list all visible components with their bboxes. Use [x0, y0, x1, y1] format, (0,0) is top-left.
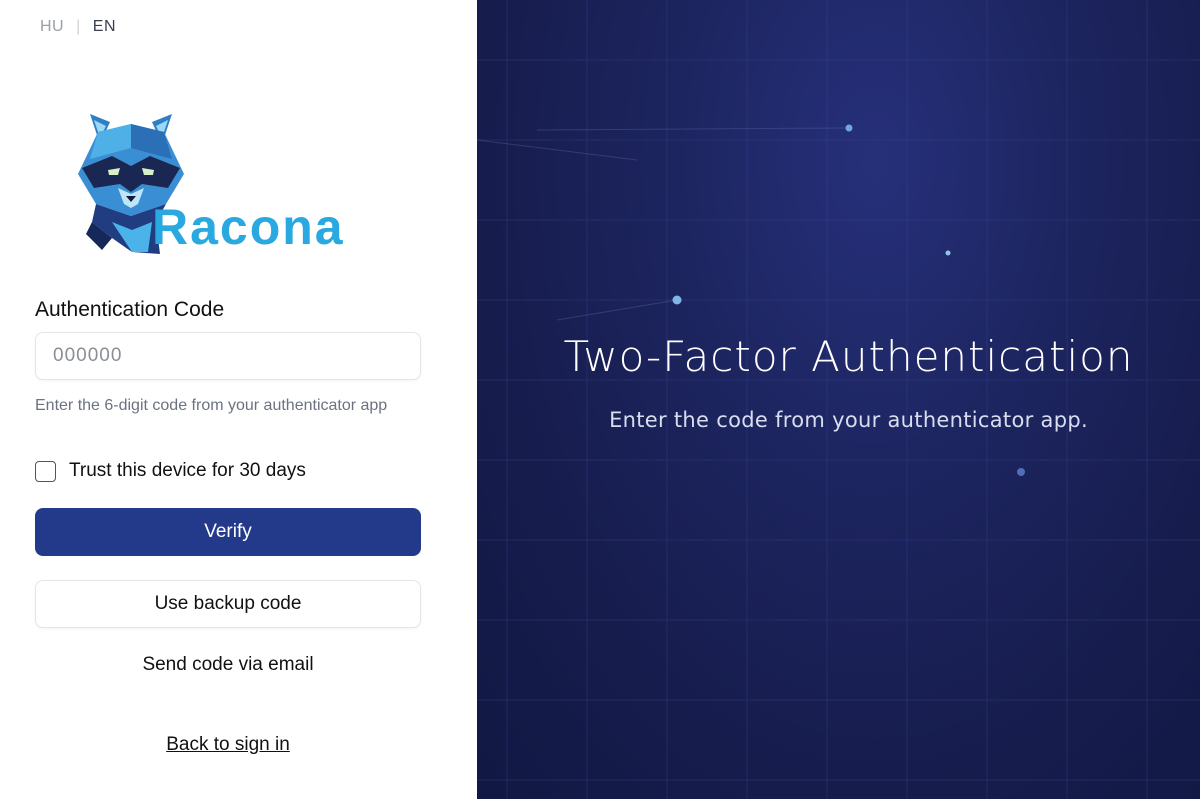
- language-hu[interactable]: HU: [40, 18, 64, 36]
- send-code-email-button[interactable]: Send code via email: [35, 650, 421, 680]
- background-grid: [477, 0, 1200, 799]
- raccoon-logo-icon: Racona: [78, 114, 345, 255]
- code-hint: Enter the 6-digit code from your authent…: [35, 397, 388, 414]
- hero-panel: Two-Factor Authentication Enter the code…: [477, 0, 1200, 799]
- language-separator: |: [76, 18, 81, 35]
- brand-logo: Racona: [72, 104, 402, 266]
- language-en[interactable]: EN: [93, 18, 116, 36]
- hero-subtitle: Enter the code from your authenticator a…: [609, 408, 1088, 432]
- trust-device-option[interactable]: Trust this device for 30 days: [35, 460, 306, 482]
- use-backup-code-button[interactable]: Use backup code: [35, 580, 421, 628]
- trust-device-label[interactable]: Trust this device for 30 days: [69, 460, 306, 482]
- verify-button[interactable]: Verify: [35, 508, 421, 556]
- code-label: Authentication Code: [35, 298, 225, 321]
- login-panel: HU | EN Racona Authentication Code 00000…: [0, 0, 477, 799]
- hero-title: Two-Factor Authentication: [563, 332, 1134, 381]
- authentication-code-input[interactable]: [35, 332, 421, 380]
- back-to-sign-in-link[interactable]: Back to sign in: [35, 734, 421, 756]
- checkbox-icon[interactable]: [35, 460, 56, 482]
- svg-text:Racona: Racona: [152, 199, 345, 255]
- language-switcher: HU | EN: [40, 18, 116, 36]
